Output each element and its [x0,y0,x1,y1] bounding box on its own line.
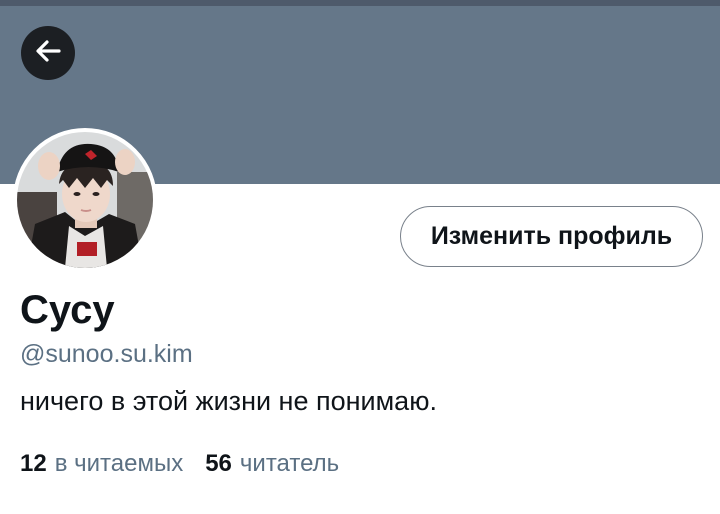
followers-label: читатель [239,450,340,477]
back-button[interactable] [21,26,75,80]
arrow-left-icon [34,37,62,70]
profile-handle: @sunoo.su.kim [20,340,193,368]
profile-bio: ничего в этой жизни не понимаю. [20,386,437,416]
profile-stats: 12 в читаемых 56 читатель [20,450,353,478]
followers-link[interactable]: 56 читатель [205,450,339,478]
following-label: в читаемых [54,450,184,477]
avatar[interactable] [13,128,157,272]
profile-name: Сусу [20,288,115,332]
followers-count: 56 [205,450,232,477]
following-link[interactable]: 12 в читаемых [20,450,183,478]
following-count: 12 [20,450,47,477]
edit-profile-button[interactable]: Изменить профиль [400,206,703,267]
